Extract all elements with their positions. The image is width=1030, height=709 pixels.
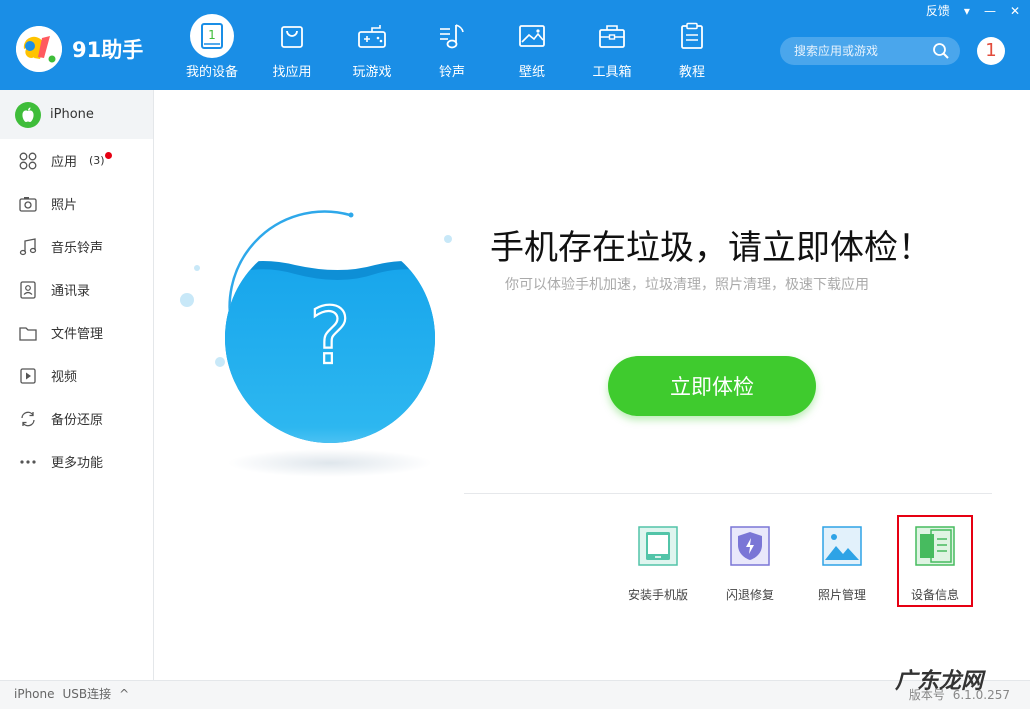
minimize-button[interactable]: —	[984, 4, 996, 18]
sidebar-item-backup[interactable]: 备份还原	[0, 397, 153, 440]
sidebar-item-label: 音乐铃声	[51, 241, 104, 256]
watermark-text: 广东龙网	[895, 669, 984, 694]
sidebar-item-more[interactable]: 更多功能	[0, 440, 153, 483]
nav-wallpapers[interactable]: 壁纸	[492, 0, 572, 90]
svg-text:1: 1	[208, 28, 216, 42]
start-check-button[interactable]: 立即体检	[608, 356, 816, 416]
nav-find-apps[interactable]: 找应用	[252, 0, 332, 90]
menu-button[interactable]: ▾	[964, 4, 970, 18]
apps-grid-icon	[18, 151, 38, 171]
refresh-icon	[18, 409, 38, 429]
sidebar-item-apps[interactable]: 应用 (3)	[0, 139, 153, 182]
nav-toolbox[interactable]: 工具箱	[572, 0, 652, 90]
tool-label: 照片管理	[817, 588, 866, 602]
message-count-badge[interactable]: 1	[977, 37, 1005, 65]
nav-ringtones[interactable]: 铃声	[412, 0, 492, 90]
connection-status[interactable]: iPhone USB连接 ^	[14, 685, 137, 702]
nav-play-games[interactable]: 玩游戏	[332, 0, 412, 90]
apple-icon	[15, 101, 41, 128]
sidebar-item-label: 通讯录	[51, 284, 91, 299]
page-subline: 你可以体验手机加速，垃圾清理，照片清理，极速下载应用	[505, 277, 869, 293]
app-window: 91助手 1 我的设备 找应用 玩游戏 铃声 壁纸 工具箱 教程 反馈 ▾ — …	[0, 0, 1030, 709]
nav-label: 教程	[678, 65, 705, 80]
apps-count: (3)	[89, 152, 112, 167]
window-controls: 反馈 ▾ — ✕	[912, 2, 1020, 19]
video-play-icon	[18, 366, 38, 386]
close-button[interactable]: ✕	[1010, 4, 1020, 18]
top-bar: 91助手 1 我的设备 找应用 玩游戏 铃声 壁纸 工具箱 教程 反馈 ▾ — …	[0, 0, 1030, 90]
nav-tutorials[interactable]: 教程	[652, 0, 732, 90]
sidebar-item-label: 照片	[51, 198, 78, 213]
sidebar-item-music[interactable]: 音乐铃声	[0, 225, 153, 268]
tool-install-phone[interactable]: 安装手机版	[613, 526, 703, 603]
toolbox-icon	[590, 14, 634, 58]
feedback-link[interactable]: 反馈	[926, 2, 950, 19]
folder-icon	[18, 323, 38, 343]
nav-label: 壁纸	[518, 65, 545, 80]
nav-label: 我的设备	[185, 65, 238, 80]
tool-photo-manage[interactable]: 照片管理	[797, 526, 887, 603]
question-mark-symbol: ?	[309, 292, 350, 382]
photo-manage-icon	[822, 526, 862, 566]
highlight-box	[897, 515, 973, 607]
search-input[interactable]	[794, 44, 924, 58]
status-bar: iPhone USB连接 ^ 版本号 6.1.0.257	[0, 680, 1030, 709]
sidebar-item-label: 备份还原	[51, 413, 104, 428]
sidebar-item-label: 视频	[51, 370, 78, 385]
chevron-up-icon: ^	[119, 686, 130, 701]
device-name: iPhone	[50, 107, 94, 122]
music-note-icon	[430, 14, 474, 58]
picture-icon	[510, 14, 554, 58]
sidebar-device-iphone[interactable]: iPhone	[0, 90, 153, 139]
nav-my-device[interactable]: 1 我的设备	[172, 0, 252, 90]
search-icon[interactable]	[932, 42, 950, 60]
app-name: 91助手	[72, 38, 144, 62]
status-device: iPhone	[14, 686, 55, 701]
sidebar: iPhone 应用 (3) 照片 音乐铃声 通讯录 文件管理 视频 备份还原 更…	[0, 90, 154, 680]
nav-label: 找应用	[272, 65, 312, 80]
sidebar-item-photos[interactable]: 照片	[0, 182, 153, 225]
tool-crash-repair[interactable]: 闪退修复	[705, 526, 795, 603]
page-headline: 手机存在垃圾，请立即体检！	[490, 228, 932, 268]
clipboard-icon	[670, 14, 714, 58]
health-check-illustration: ?	[175, 205, 475, 495]
apps-count-text: (3)	[89, 154, 105, 167]
tablet-icon: 1	[190, 14, 234, 58]
tool-label: 闪退修复	[725, 588, 774, 602]
sidebar-item-label: 更多功能	[51, 456, 104, 471]
sidebar-item-files[interactable]: 文件管理	[0, 311, 153, 354]
install-phone-icon	[638, 526, 678, 566]
sidebar-item-video[interactable]: 视频	[0, 354, 153, 397]
status-connection: USB连接	[62, 687, 112, 701]
gamepad-icon	[350, 14, 394, 58]
search-box	[780, 37, 960, 65]
section-divider	[464, 493, 992, 494]
sidebar-item-label: 应用	[51, 155, 78, 170]
more-dots-icon	[18, 452, 38, 472]
tool-label: 安装手机版	[627, 588, 688, 602]
sidebar-item-contacts[interactable]: 通讯录	[0, 268, 153, 311]
main-panel: ? 手机存在垃圾，请立即体检！ 你可以体验手机加速，垃圾清理，照片清理，极速下载…	[155, 90, 1030, 680]
sidebar-item-label: 文件管理	[51, 327, 104, 342]
logo-badge-icon	[16, 26, 62, 72]
crash-repair-icon	[730, 526, 770, 566]
nav-label: 铃声	[438, 65, 465, 80]
notification-dot	[104, 152, 112, 159]
camera-icon	[18, 194, 38, 214]
nav-label: 玩游戏	[352, 65, 392, 80]
app-logo: 91助手	[16, 26, 143, 72]
shopping-bag-icon	[270, 14, 314, 58]
nav-label: 工具箱	[592, 65, 632, 80]
main-nav: 1 我的设备 找应用 玩游戏 铃声 壁纸 工具箱 教程	[172, 0, 732, 90]
contacts-icon	[18, 280, 38, 300]
music-icon	[18, 237, 38, 257]
